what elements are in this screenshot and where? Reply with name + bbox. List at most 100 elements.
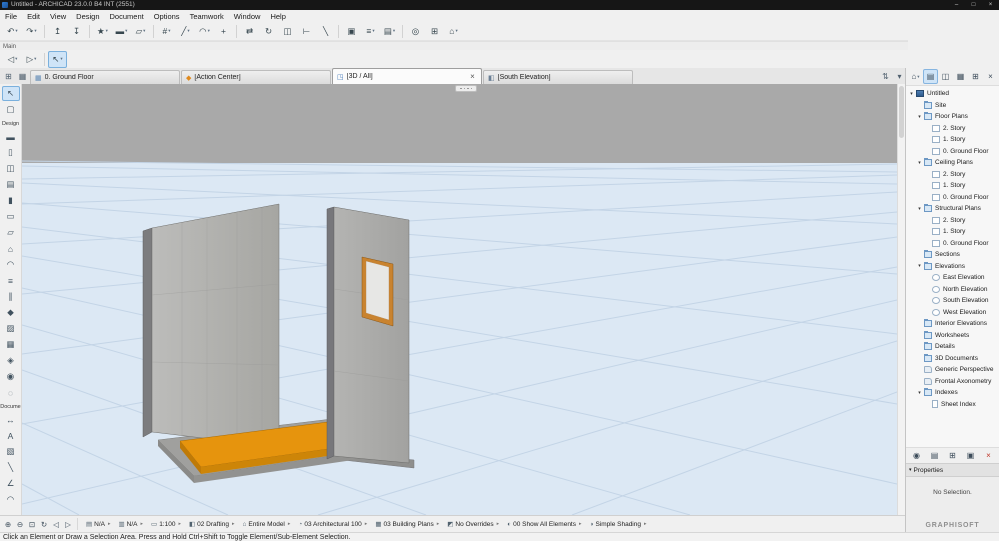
menu-document[interactable]: Document <box>105 10 149 22</box>
viewport-3d[interactable] <box>22 84 897 515</box>
layer-settings-button[interactable]: ▤▾ <box>380 23 399 40</box>
display-order-button[interactable]: ≡▾ <box>361 23 380 40</box>
tab-3d-all[interactable]: ◳[3D / All]× <box>332 68 482 84</box>
tree-item-elevations[interactable]: ▾Elevations <box>906 261 999 273</box>
view-settings-button[interactable]: ◉ <box>909 448 924 463</box>
menu-design[interactable]: Design <box>71 10 104 22</box>
collapse-arrow-icon[interactable]: ▾ <box>916 206 923 212</box>
arc-tool[interactable]: ◠ <box>2 492 20 507</box>
tree-item-1-story[interactable]: 1. Story <box>906 226 999 238</box>
previous-view-button[interactable]: ◁ <box>50 518 62 530</box>
tree-item-floor-plans[interactable]: ▾Floor Plans <box>906 111 999 123</box>
quick-options-icon[interactable]: ⊞ <box>2 70 15 83</box>
tree-item-interior-elevations[interactable]: Interior Elevations <box>906 318 999 330</box>
orbit-button[interactable]: ↻ <box>38 518 50 530</box>
favorites-button[interactable]: ★▾ <box>93 23 112 40</box>
scale-field[interactable]: ▭1:100▸ <box>151 520 181 528</box>
tree-item-indexes[interactable]: ▾Indexes <box>906 387 999 399</box>
pen-color-field[interactable]: ▤N/A▸ <box>86 520 111 528</box>
column-tool[interactable]: ▮ <box>2 193 20 208</box>
morph-tool[interactable]: ◆ <box>2 305 20 320</box>
tree-item-east-elevation[interactable]: East Elevation <box>906 272 999 284</box>
tree-item-2-story[interactable]: 2. Story <box>906 123 999 135</box>
tree-item-1-story[interactable]: 1. Story <box>906 180 999 192</box>
tree-item-structural-plans[interactable]: ▾Structural Plans <box>906 203 999 215</box>
tree-item-1-story[interactable]: 1. Story <box>906 134 999 146</box>
viewport-drag-pill[interactable] <box>455 85 477 92</box>
rotate-button[interactable]: ↻ <box>259 23 278 40</box>
layout-book-button[interactable]: ▦ <box>953 69 968 84</box>
tree-item-0-ground-floor[interactable]: 0. Ground Floor <box>906 146 999 158</box>
structure-display-field[interactable]: ⌂Entire Model▸ <box>242 521 290 528</box>
menu-edit[interactable]: Edit <box>22 10 45 22</box>
pop-up-navigator-icon[interactable]: ▦ <box>16 70 29 83</box>
tab-close-icon[interactable]: × <box>468 72 477 81</box>
menu-teamwork[interactable]: Teamwork <box>185 10 229 22</box>
tree-item-0-ground-floor[interactable]: 0. Ground Floor <box>906 238 999 250</box>
tree-item-details[interactable]: Details <box>906 341 999 353</box>
minimize-button[interactable]: – <box>948 0 965 10</box>
item-settings-button[interactable]: ▣ <box>963 448 978 463</box>
tree-item-worksheets[interactable]: Worksheets <box>906 330 999 342</box>
text-tool[interactable]: A <box>2 428 20 443</box>
slab-tool[interactable]: ▱ <box>2 225 20 240</box>
mesh-tool[interactable]: ▦ <box>2 337 20 352</box>
tree-item-sections[interactable]: Sections <box>906 249 999 261</box>
next-view-button[interactable]: ▷ <box>62 518 74 530</box>
tree-item-2-story[interactable]: 2. Story <box>906 169 999 181</box>
tab-action-center[interactable]: ◆[Action Center] <box>181 70 331 84</box>
stair-tool[interactable]: ≡ <box>2 273 20 288</box>
marquee-tool[interactable]: ▢ <box>2 102 20 117</box>
project-chooser-button[interactable]: ⌂▾ <box>908 69 923 84</box>
tree-item-sheet-index[interactable]: Sheet Index <box>906 399 999 411</box>
window-tool[interactable]: ◫ <box>2 161 20 176</box>
undo-button[interactable]: ↶▾ <box>3 23 22 40</box>
navigator-close-button[interactable]: × <box>983 69 998 84</box>
pick-up-parameters-button[interactable]: ↥ <box>48 23 67 40</box>
wall-right[interactable] <box>327 207 409 463</box>
arrow-tool[interactable]: ↖ <box>2 86 20 101</box>
menu-window[interactable]: Window <box>229 10 266 22</box>
tree-item-3d-documents[interactable]: 3D Documents <box>906 353 999 365</box>
tree-item-ceiling-plans[interactable]: ▾Ceiling Plans <box>906 157 999 169</box>
tree-item-generic-perspective[interactable]: Generic Perspective <box>906 364 999 376</box>
tree-item-west-elevation[interactable]: West Elevation <box>906 307 999 319</box>
window-opening[interactable] <box>362 257 393 326</box>
tab-0-ground-floor[interactable]: ▦0. Ground Floor <box>30 70 180 84</box>
redo-button[interactable]: ↷▾ <box>22 23 41 40</box>
split-button[interactable]: ╲ <box>316 23 335 40</box>
layer-combination-field[interactable]: ◧02 Drafting▸ <box>189 520 234 528</box>
curtain-wall-tool[interactable]: ▤ <box>2 177 20 192</box>
clone-folder-button[interactable]: ⊞ <box>945 448 960 463</box>
pen-set-field[interactable]: ◔03 Architectural 100▸ <box>298 521 367 528</box>
snap-guides-button[interactable]: ◠▾ <box>195 23 214 40</box>
polyline-tool[interactable]: ∠ <box>2 476 20 491</box>
zone-tool[interactable]: ▨ <box>2 321 20 336</box>
renovation-filter-field[interactable]: ◐00 Show All Elements▸ <box>507 521 581 528</box>
tree-item-site[interactable]: Site <box>906 100 999 112</box>
door-tool[interactable]: ▯ <box>2 145 20 160</box>
tree-item-untitled[interactable]: ▾Untitled <box>906 88 999 100</box>
railing-tool[interactable]: ∥ <box>2 289 20 304</box>
graphic-override-field[interactable]: ◩No Overrides▸ <box>447 520 499 528</box>
grid-snap-button[interactable]: #▾ <box>157 23 176 40</box>
close-button[interactable]: × <box>982 0 999 10</box>
tree-item-south-elevation[interactable]: South Elevation <box>906 295 999 307</box>
fill-tool[interactable]: ▧ <box>2 444 20 459</box>
go-forward-button[interactable]: ▷▾ <box>22 51 41 68</box>
profile-manager-button[interactable]: ▱▾ <box>131 23 150 40</box>
view-map-button[interactable]: ◫ <box>938 69 953 84</box>
3d-visualization-button[interactable]: ⌂▾ <box>444 23 463 40</box>
zoom-button[interactable]: ◎ <box>406 23 425 40</box>
object-tool[interactable]: ◈ <box>2 353 20 368</box>
collapse-arrow-icon[interactable]: ▾ <box>916 160 923 166</box>
menu-options[interactable]: Options <box>149 10 185 22</box>
project-map-button[interactable]: ▤ <box>923 69 938 84</box>
tree-item-frontal-axonometry[interactable]: Frontal Axonometry <box>906 376 999 388</box>
element-default-settings-button[interactable]: ▬▾ <box>112 23 131 40</box>
layer-field[interactable]: ▥N/A▸ <box>119 520 144 528</box>
fit-in-window-button[interactable]: ⊞ <box>425 23 444 40</box>
zoom-in-button[interactable]: ⊕ <box>2 518 14 530</box>
drag-button[interactable]: ⇄ <box>240 23 259 40</box>
shell-tool[interactable]: ◠ <box>2 257 20 272</box>
